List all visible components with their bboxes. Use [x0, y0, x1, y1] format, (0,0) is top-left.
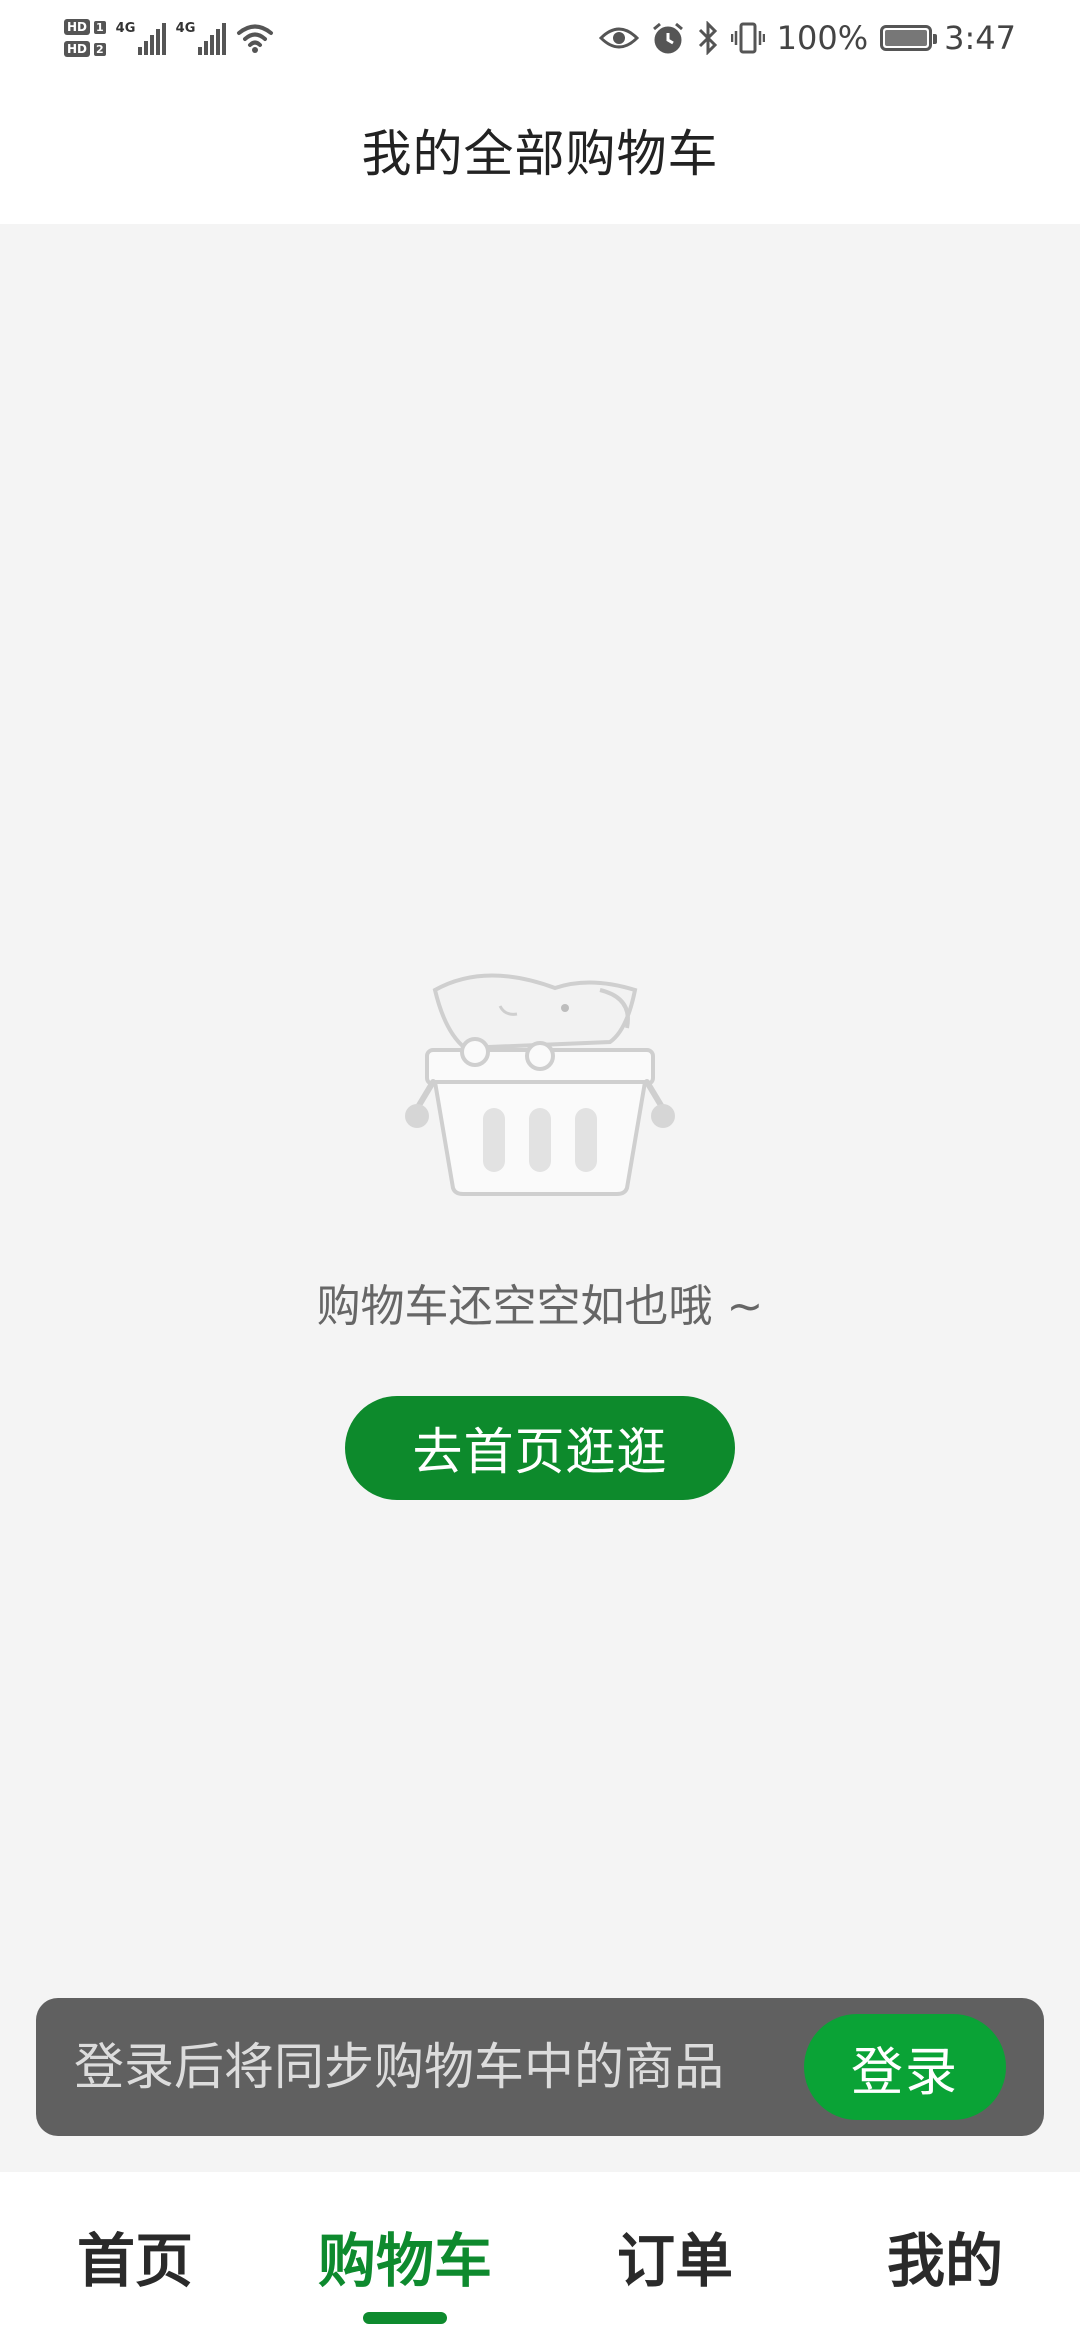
- wifi-icon: [236, 24, 273, 53]
- empty-cart-message: 购物车还空空如也哦 ~: [316, 1281, 764, 1332]
- bluetooth-icon: [698, 21, 717, 55]
- alarm-icon: [652, 22, 683, 54]
- header: 我的全部购物车: [0, 76, 1080, 224]
- status-bar-right: 100% 3:47: [598, 8, 1016, 68]
- active-tab-indicator: [363, 2312, 447, 2324]
- signal-icon: 4G: [176, 21, 226, 55]
- status-bar: HD 1 HD 2 4G 4G 100% 3:47: [0, 0, 1080, 76]
- nav-item-home[interactable]: 首页: [0, 2172, 270, 2340]
- sim-label: 1: [94, 20, 106, 34]
- battery-percent: 100%: [776, 19, 869, 57]
- hd-badge-1: HD 1: [64, 19, 106, 35]
- hd-label: HD: [64, 19, 91, 35]
- bottom-nav: 首页 购物车 订单 我的: [0, 2172, 1080, 2340]
- nav-item-orders[interactable]: 订单: [540, 2172, 810, 2340]
- signal-icon: 4G: [116, 21, 166, 55]
- vibrate-icon: [730, 22, 765, 54]
- login-banner: 登录后将同步购物车中的商品 登录: [36, 1998, 1044, 2136]
- clock-time: 3:47: [944, 19, 1016, 57]
- network-type-label: 4G: [115, 21, 136, 36]
- status-bar-left: HD 1 HD 2 4G 4G: [64, 8, 274, 68]
- empty-basket-illustration: [405, 973, 675, 1196]
- login-button[interactable]: 登录: [804, 2014, 1006, 2120]
- network-type-label: 4G: [175, 21, 196, 36]
- hd-indicators: HD 1 HD 2: [64, 19, 106, 57]
- battery-icon: [880, 25, 938, 51]
- nav-item-mine[interactable]: 我的: [810, 2172, 1080, 2340]
- page-title: 我的全部购物车: [361, 125, 719, 183]
- hd-badge-2: HD 2: [64, 41, 106, 57]
- hd-label: HD: [64, 41, 91, 57]
- go-home-button[interactable]: 去首页逛逛: [345, 1396, 735, 1500]
- sim-label: 2: [94, 42, 106, 56]
- eye-icon: [598, 27, 639, 49]
- login-hint-text: 登录后将同步购物车中的商品: [74, 2038, 724, 2096]
